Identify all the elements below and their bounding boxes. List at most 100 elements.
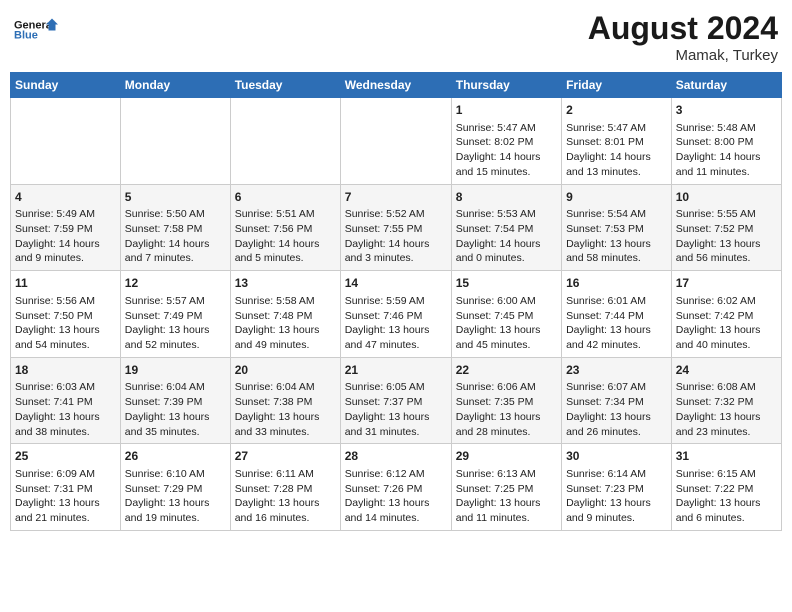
day-info: Sunrise: 5:56 AM Sunset: 7:50 PM Dayligh… xyxy=(15,294,116,353)
page-header: General Blue August 2024 Mamak, Turkey xyxy=(10,10,782,64)
header-thursday: Thursday xyxy=(451,73,561,98)
header-friday: Friday xyxy=(562,73,672,98)
day-number: 23 xyxy=(566,362,667,379)
title-block: August 2024 Mamak, Turkey xyxy=(588,10,778,64)
cell-2-0: 11 Sunrise: 5:56 AM Sunset: 7:50 PM Dayli… xyxy=(11,271,121,358)
cell-3-4: 22Sunrise: 6:06 AM Sunset: 7:35 PM Dayli… xyxy=(451,357,561,444)
day-number: 17 xyxy=(676,275,777,292)
day-info: Sunrise: 6:04 AM Sunset: 7:38 PM Dayligh… xyxy=(235,380,336,439)
calendar-table: SundayMondayTuesdayWednesdayThursdayFrid… xyxy=(10,72,782,531)
day-number: 24 xyxy=(676,362,777,379)
day-info: Sunrise: 5:58 AM Sunset: 7:48 PM Dayligh… xyxy=(235,294,336,353)
day-number: 5 xyxy=(125,189,226,206)
day-number: 18 xyxy=(15,362,116,379)
day-info: Sunrise: 5:53 AM Sunset: 7:54 PM Dayligh… xyxy=(456,207,557,266)
cell-0-1 xyxy=(120,98,230,185)
day-info: Sunrise: 6:01 AM Sunset: 7:44 PM Dayligh… xyxy=(566,294,667,353)
cell-3-1: 19Sunrise: 6:04 AM Sunset: 7:39 PM Dayli… xyxy=(120,357,230,444)
day-info: Sunrise: 5:47 AM Sunset: 8:01 PM Dayligh… xyxy=(566,121,667,180)
day-number: 13 xyxy=(235,275,336,292)
day-info: Sunrise: 5:54 AM Sunset: 7:53 PM Dayligh… xyxy=(566,207,667,266)
header-row: SundayMondayTuesdayWednesdayThursdayFrid… xyxy=(11,73,782,98)
day-number: 21 xyxy=(345,362,447,379)
cell-3-5: 23Sunrise: 6:07 AM Sunset: 7:34 PM Dayli… xyxy=(562,357,672,444)
day-info: Sunrise: 5:55 AM Sunset: 7:52 PM Dayligh… xyxy=(676,207,777,266)
day-number: 2 xyxy=(566,102,667,119)
day-info: Sunrise: 6:12 AM Sunset: 7:26 PM Dayligh… xyxy=(345,467,447,526)
day-info: Sunrise: 6:13 AM Sunset: 7:25 PM Dayligh… xyxy=(456,467,557,526)
day-info: Sunrise: 6:00 AM Sunset: 7:45 PM Dayligh… xyxy=(456,294,557,353)
cell-3-3: 21Sunrise: 6:05 AM Sunset: 7:37 PM Dayli… xyxy=(340,357,451,444)
logo: General Blue xyxy=(14,10,64,50)
day-number: 22 xyxy=(456,362,557,379)
cell-4-1: 26 Sunrise: 6:10 AM Sunset: 7:29 PM Dayli… xyxy=(120,444,230,531)
cell-1-6: 10Sunrise: 5:55 AM Sunset: 7:52 PM Dayli… xyxy=(671,184,781,271)
day-number: 25 xyxy=(15,448,116,465)
day-info: Sunrise: 6:08 AM Sunset: 7:32 PM Dayligh… xyxy=(676,380,777,439)
week-row-2: 4Sunrise: 5:49 AM Sunset: 7:59 PM Daylig… xyxy=(11,184,782,271)
cell-1-2: 6Sunrise: 5:51 AM Sunset: 7:56 PM Daylig… xyxy=(230,184,340,271)
day-number: 16 xyxy=(566,275,667,292)
day-number: 26 xyxy=(125,448,226,465)
cell-2-1: 12Sunrise: 5:57 AM Sunset: 7:49 PM Dayli… xyxy=(120,271,230,358)
cell-2-5: 16 Sunrise: 6:01 AM Sunset: 7:44 PM Dayli… xyxy=(562,271,672,358)
day-info: Sunrise: 6:11 AM Sunset: 7:28 PM Dayligh… xyxy=(235,467,336,526)
day-info: Sunrise: 6:14 AM Sunset: 7:23 PM Dayligh… xyxy=(566,467,667,526)
day-info: Sunrise: 5:57 AM Sunset: 7:49 PM Dayligh… xyxy=(125,294,226,353)
cell-4-3: 28Sunrise: 6:12 AM Sunset: 7:26 PM Dayli… xyxy=(340,444,451,531)
cell-1-5: 9Sunrise: 5:54 AM Sunset: 7:53 PM Daylig… xyxy=(562,184,672,271)
week-row-1: 1Sunrise: 5:47 AM Sunset: 8:02 PM Daylig… xyxy=(11,98,782,185)
day-info: Sunrise: 6:10 AM Sunset: 7:29 PM Dayligh… xyxy=(125,467,226,526)
day-info: Sunrise: 5:50 AM Sunset: 7:58 PM Dayligh… xyxy=(125,207,226,266)
cell-4-5: 30 Sunrise: 6:14 AM Sunset: 7:23 PM Dayli… xyxy=(562,444,672,531)
cell-4-2: 27 Sunrise: 6:11 AM Sunset: 7:28 PM Dayli… xyxy=(230,444,340,531)
cell-3-0: 18Sunrise: 6:03 AM Sunset: 7:41 PM Dayli… xyxy=(11,357,121,444)
header-wednesday: Wednesday xyxy=(340,73,451,98)
cell-4-6: 31 Sunrise: 6:15 AM Sunset: 7:22 PM Dayli… xyxy=(671,444,781,531)
cell-0-3 xyxy=(340,98,451,185)
day-info: Sunrise: 5:49 AM Sunset: 7:59 PM Dayligh… xyxy=(15,207,116,266)
day-number: 9 xyxy=(566,189,667,206)
day-number: 30 xyxy=(566,448,667,465)
day-number: 3 xyxy=(676,102,777,119)
svg-text:Blue: Blue xyxy=(14,30,38,42)
week-row-3: 11 Sunrise: 5:56 AM Sunset: 7:50 PM Dayli… xyxy=(11,271,782,358)
cell-1-0: 4Sunrise: 5:49 AM Sunset: 7:59 PM Daylig… xyxy=(11,184,121,271)
day-info: Sunrise: 6:09 AM Sunset: 7:31 PM Dayligh… xyxy=(15,467,116,526)
day-number: 20 xyxy=(235,362,336,379)
cell-2-3: 14Sunrise: 5:59 AM Sunset: 7:46 PM Dayli… xyxy=(340,271,451,358)
month-year: August 2024 xyxy=(588,10,778,47)
header-tuesday: Tuesday xyxy=(230,73,340,98)
day-info: Sunrise: 6:05 AM Sunset: 7:37 PM Dayligh… xyxy=(345,380,447,439)
day-number: 6 xyxy=(235,189,336,206)
cell-2-2: 13 Sunrise: 5:58 AM Sunset: 7:48 PM Dayli… xyxy=(230,271,340,358)
day-number: 10 xyxy=(676,189,777,206)
day-number: 11 xyxy=(15,275,116,292)
day-info: Sunrise: 6:03 AM Sunset: 7:41 PM Dayligh… xyxy=(15,380,116,439)
day-info: Sunrise: 6:04 AM Sunset: 7:39 PM Dayligh… xyxy=(125,380,226,439)
day-info: Sunrise: 5:47 AM Sunset: 8:02 PM Dayligh… xyxy=(456,121,557,180)
cell-1-1: 5Sunrise: 5:50 AM Sunset: 7:58 PM Daylig… xyxy=(120,184,230,271)
header-sunday: Sunday xyxy=(11,73,121,98)
cell-3-6: 24Sunrise: 6:08 AM Sunset: 7:32 PM Dayli… xyxy=(671,357,781,444)
day-number: 7 xyxy=(345,189,447,206)
header-saturday: Saturday xyxy=(671,73,781,98)
logo-svg: General Blue xyxy=(14,10,64,50)
day-number: 27 xyxy=(235,448,336,465)
cell-3-2: 20Sunrise: 6:04 AM Sunset: 7:38 PM Dayli… xyxy=(230,357,340,444)
day-number: 8 xyxy=(456,189,557,206)
day-number: 19 xyxy=(125,362,226,379)
week-row-4: 18Sunrise: 6:03 AM Sunset: 7:41 PM Dayli… xyxy=(11,357,782,444)
day-number: 29 xyxy=(456,448,557,465)
day-info: Sunrise: 6:02 AM Sunset: 7:42 PM Dayligh… xyxy=(676,294,777,353)
cell-4-4: 29 Sunrise: 6:13 AM Sunset: 7:25 PM Dayli… xyxy=(451,444,561,531)
cell-0-2 xyxy=(230,98,340,185)
day-info: Sunrise: 6:15 AM Sunset: 7:22 PM Dayligh… xyxy=(676,467,777,526)
header-monday: Monday xyxy=(120,73,230,98)
day-info: Sunrise: 6:06 AM Sunset: 7:35 PM Dayligh… xyxy=(456,380,557,439)
day-number: 31 xyxy=(676,448,777,465)
day-info: Sunrise: 5:51 AM Sunset: 7:56 PM Dayligh… xyxy=(235,207,336,266)
cell-0-0 xyxy=(11,98,121,185)
day-number: 14 xyxy=(345,275,447,292)
cell-4-0: 25 Sunrise: 6:09 AM Sunset: 7:31 PM Dayli… xyxy=(11,444,121,531)
